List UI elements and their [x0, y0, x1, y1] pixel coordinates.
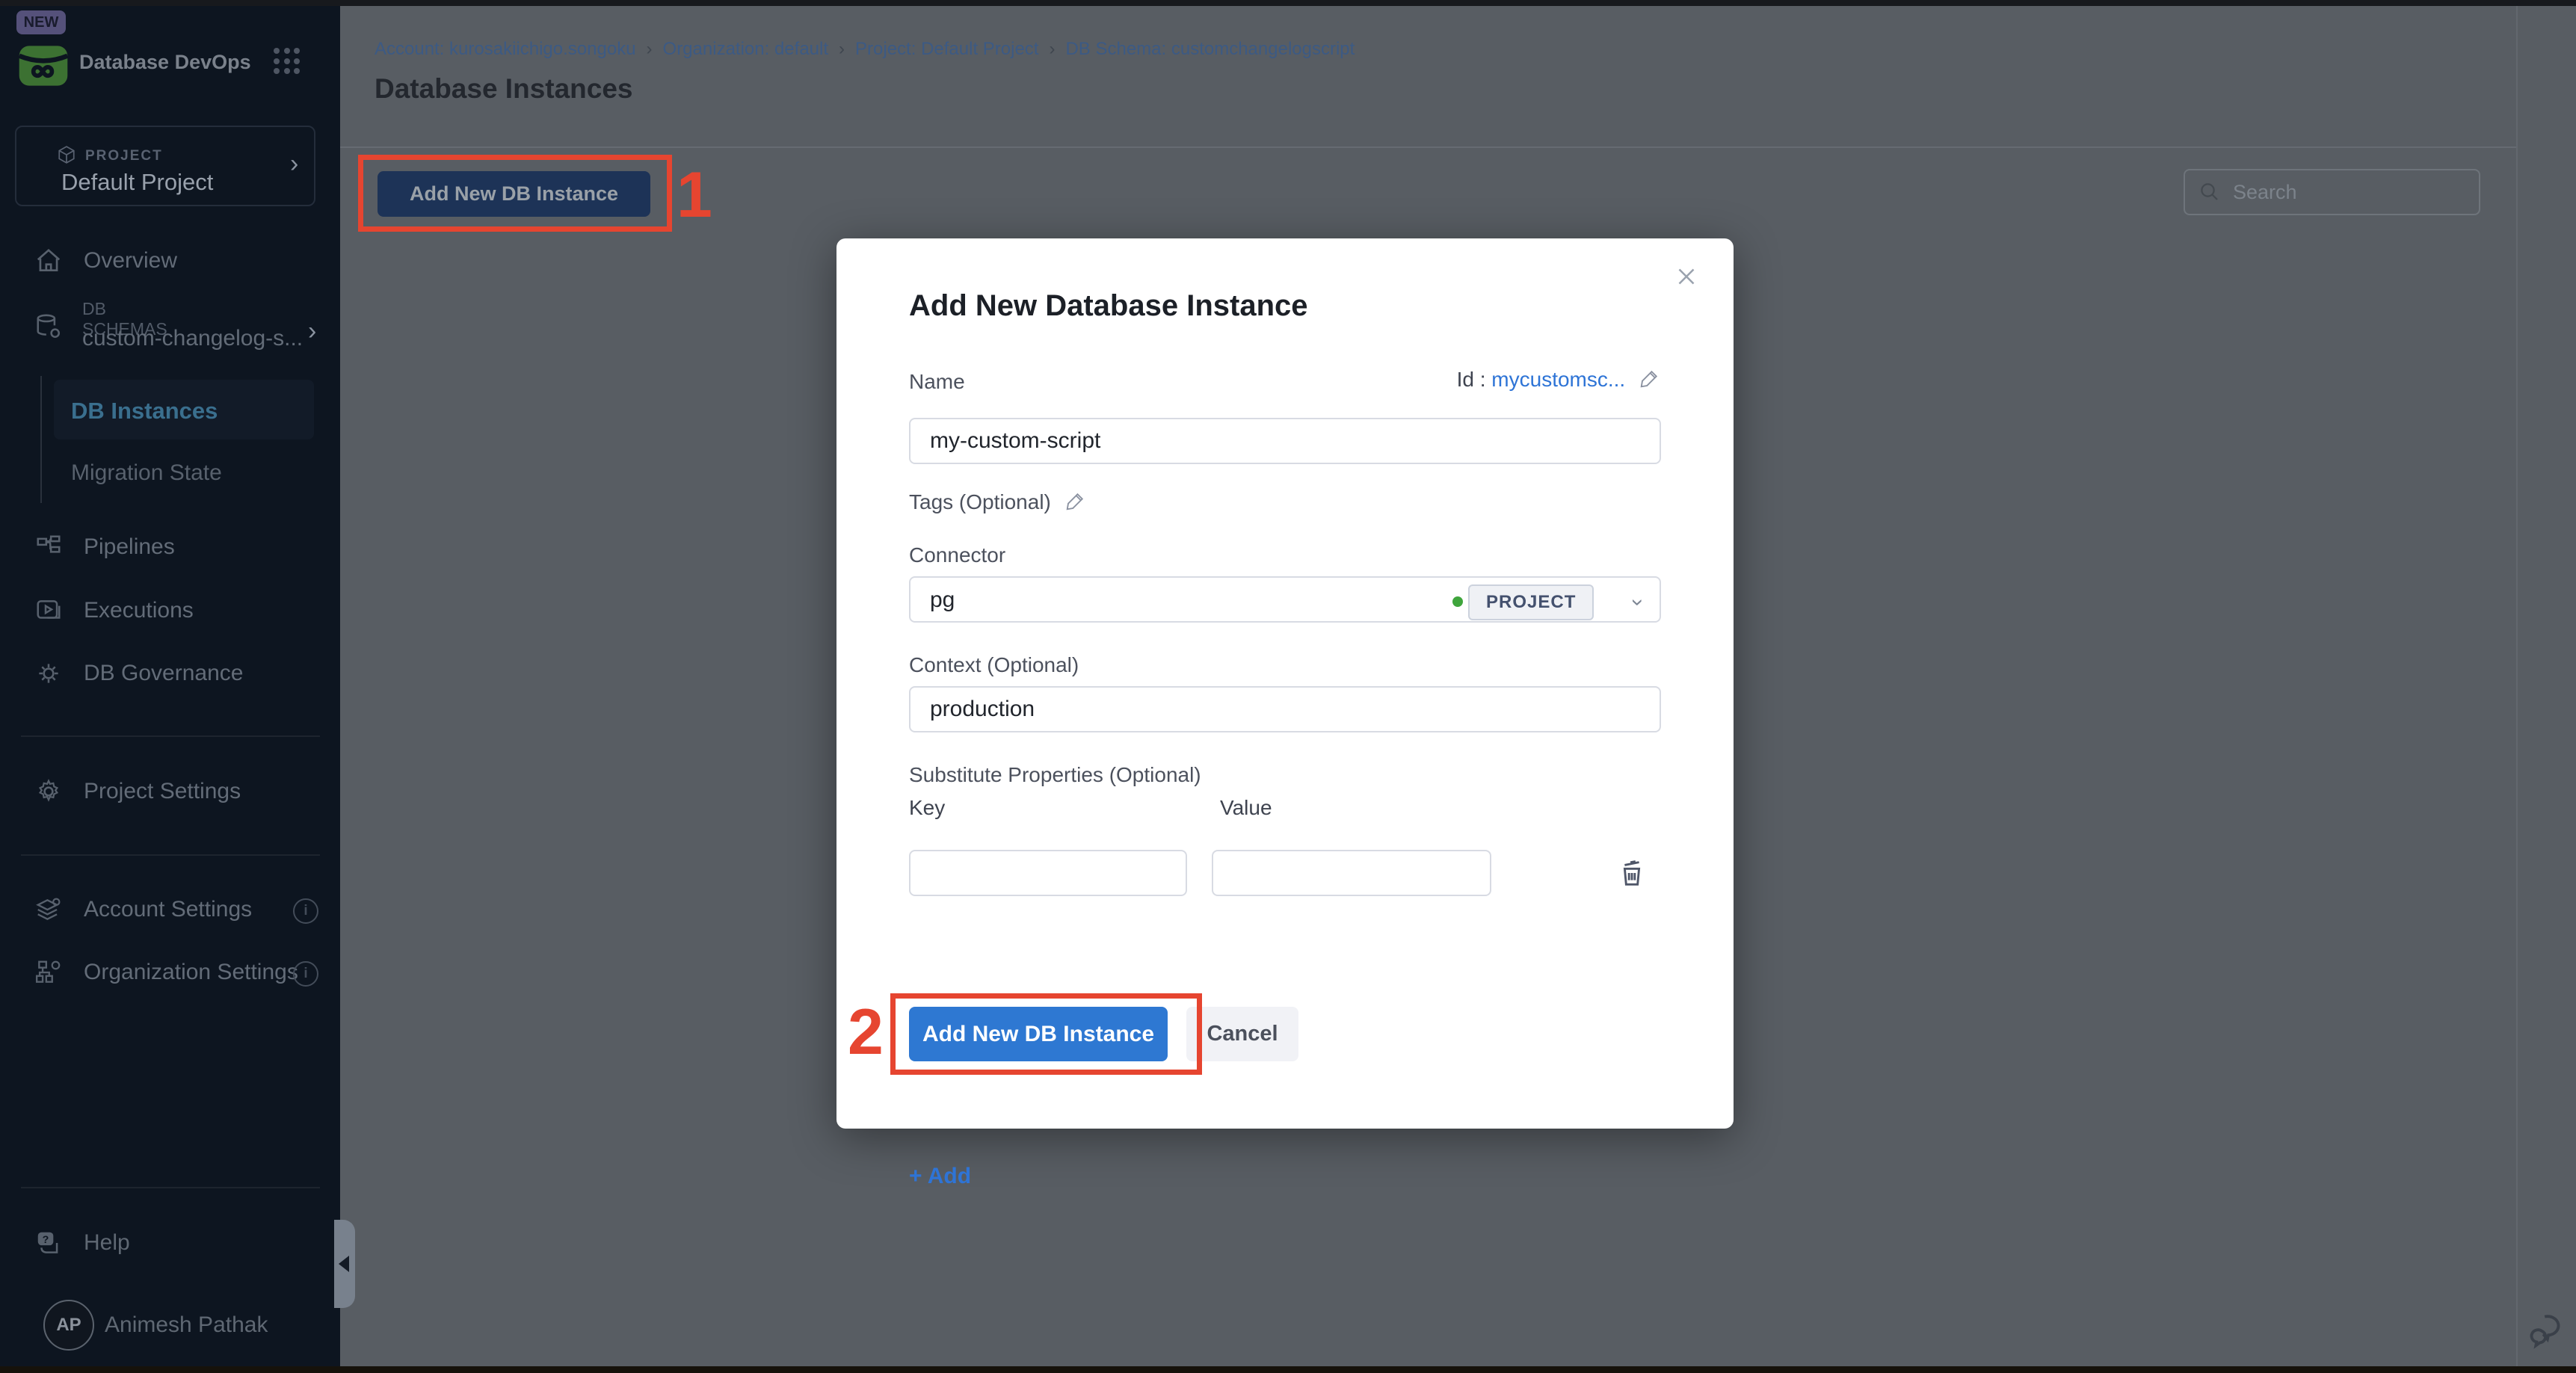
connector-scope-badge: PROJECT — [1468, 584, 1594, 620]
delete-row-trash-icon[interactable] — [1615, 856, 1649, 890]
connector-select[interactable]: pg PROJECT › — [909, 576, 1661, 623]
breadcrumb: Account: kurosakiichigo.songoku › Organi… — [375, 39, 1355, 60]
desktop-bottom-strip — [0, 1366, 2576, 1373]
collapse-arrow-icon — [339, 1256, 349, 1272]
annotation-number-1: 1 — [677, 163, 712, 227]
search-input[interactable] — [2231, 180, 2459, 205]
avatar[interactable]: AP — [43, 1300, 94, 1351]
app-switcher-icon[interactable] — [274, 48, 301, 75]
layers-gear-icon — [34, 895, 63, 924]
gear-icon — [34, 777, 63, 806]
breadcrumb-db-schema[interactable]: DB Schema: customchangelogscript — [1065, 39, 1355, 60]
sidebar-item-account-settings[interactable]: Account Settings — [34, 895, 252, 924]
nav-tree-line — [40, 376, 42, 503]
annotation-box-step1 — [358, 155, 672, 232]
support-chat-icon[interactable] — [2527, 1309, 2570, 1353]
home-icon — [34, 247, 63, 275]
cube-icon — [57, 145, 76, 164]
id-value-link[interactable]: mycustomsc... — [1491, 368, 1625, 391]
chevron-down-icon: › — [1625, 599, 1651, 606]
sidebar-item-executions[interactable]: Executions — [34, 596, 194, 625]
svg-text:?: ? — [43, 1234, 49, 1246]
info-icon: i — [293, 898, 318, 924]
close-icon[interactable] — [1672, 262, 1701, 291]
substitute-key-input[interactable] — [909, 850, 1187, 896]
divider — [21, 1187, 320, 1188]
sidebar: NEW Database DevOps PROJECT Default Proj… — [0, 6, 340, 1366]
project-name: Default Project — [61, 169, 213, 196]
connector-label: Connector — [909, 543, 1005, 567]
sidebar-item-pipelines[interactable]: Pipelines — [34, 533, 175, 561]
connector-value: pg — [930, 587, 955, 613]
sidebar-item-db-governance[interactable]: DB Governance — [34, 659, 243, 688]
edit-id-pencil-icon[interactable] — [1639, 367, 1661, 389]
chevron-right-icon: › — [290, 151, 298, 176]
user-name[interactable]: Animesh Pathak — [105, 1312, 268, 1338]
database-devops-logo-icon — [15, 37, 72, 94]
divider — [21, 735, 320, 737]
breadcrumb-organization[interactable]: Organization: default — [663, 39, 828, 60]
db-schema-icon — [34, 312, 63, 341]
modal-title: Add New Database Instance — [909, 289, 1308, 323]
browser-top-strip — [0, 0, 2576, 6]
sidebar-item-migration-state[interactable]: Migration State — [71, 460, 222, 486]
chevron-right-icon: › — [308, 318, 316, 344]
new-badge: NEW — [16, 10, 66, 34]
governance-gear-icon — [34, 659, 63, 688]
content-right-divider — [2516, 6, 2518, 1366]
org-chart-gear-icon — [34, 958, 63, 987]
project-scope-label: PROJECT — [85, 148, 163, 164]
context-label: Context (Optional) — [909, 653, 1079, 677]
search-input-wrapper — [2184, 169, 2480, 215]
key-label: Key — [909, 796, 945, 820]
info-icon: i — [293, 961, 318, 987]
help-chat-icon: ? — [34, 1229, 63, 1257]
sidebar-item-organization-settings[interactable]: Organization Settings — [34, 958, 298, 987]
annotation-box-step2 — [890, 993, 1202, 1075]
substitute-properties-label: Substitute Properties (Optional) — [909, 763, 1201, 787]
breadcrumb-account[interactable]: Account: kurosakiichigo.songoku — [375, 39, 636, 60]
id-row: Id : mycustomsc... — [909, 367, 1661, 392]
cancel-button[interactable]: Cancel — [1186, 1007, 1298, 1061]
context-input[interactable] — [909, 686, 1661, 732]
edit-tags-pencil-icon[interactable] — [1064, 490, 1087, 512]
value-label: Value — [1220, 796, 1272, 820]
id-prefix: Id : — [1457, 368, 1486, 391]
executions-icon — [34, 596, 63, 625]
sidebar-collapse-handle[interactable] — [334, 1220, 355, 1308]
connector-status-dot — [1452, 596, 1463, 607]
breadcrumb-project[interactable]: Project: Default Project — [855, 39, 1038, 60]
schema-name: custom-changelog-s... — [82, 326, 303, 351]
tags-label: Tags (Optional) — [909, 490, 1087, 514]
divider — [21, 854, 320, 856]
app-title: Database DevOps — [79, 51, 251, 74]
sidebar-item-project-settings[interactable]: Project Settings — [34, 777, 241, 806]
pipelines-icon — [34, 533, 63, 561]
project-selector[interactable]: PROJECT Default Project › — [15, 126, 315, 206]
name-input[interactable] — [909, 418, 1661, 464]
add-property-link[interactable]: + Add — [909, 1164, 971, 1189]
sidebar-item-help[interactable]: ? Help — [34, 1229, 130, 1257]
header-divider — [340, 146, 2517, 148]
sidebar-item-overview[interactable]: Overview — [34, 247, 177, 275]
annotation-number-2: 2 — [848, 1000, 884, 1064]
page-title: Database Instances — [375, 73, 633, 105]
search-icon — [2198, 181, 2221, 203]
substitute-value-input[interactable] — [1212, 850, 1491, 896]
